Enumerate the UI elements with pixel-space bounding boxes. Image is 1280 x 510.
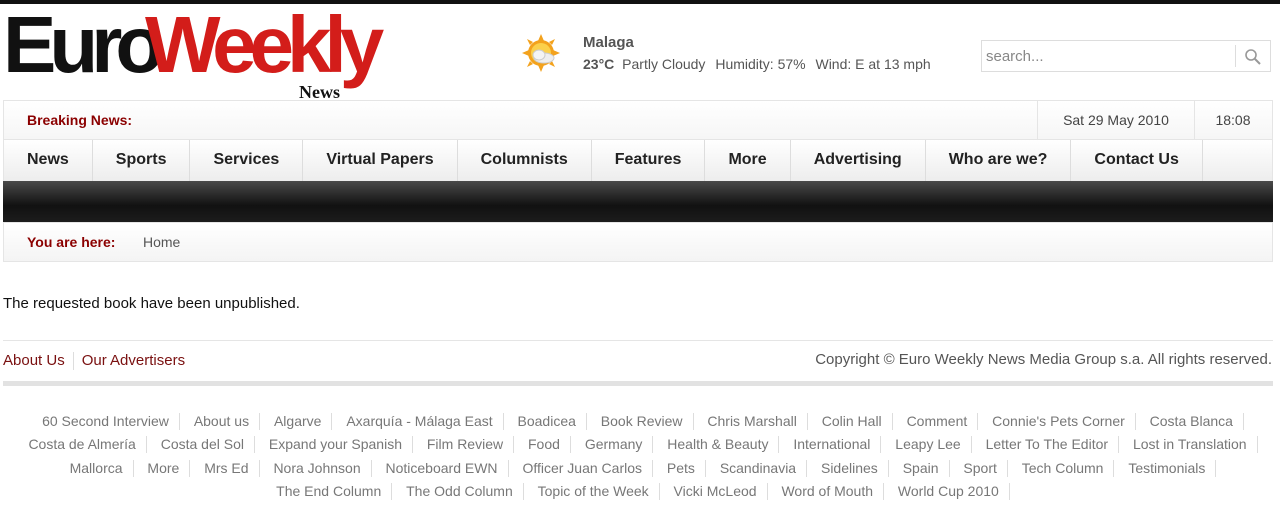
tag-link[interactable]: Mrs Ed: [194, 459, 260, 477]
tag-link[interactable]: Film Review: [417, 436, 515, 454]
weather-city: Malaga: [583, 34, 634, 51]
weather-condition: Partly Cloudy: [622, 56, 706, 72]
tag-cloud: 60 Second Interview About us Algarve Axa…: [8, 410, 1268, 504]
breadcrumb: You are here: Home: [3, 222, 1273, 262]
partly-cloudy-icon: [522, 34, 560, 72]
tag-link[interactable]: Spain: [893, 459, 950, 477]
footer-link-about-us[interactable]: About Us: [3, 352, 65, 369]
search-input[interactable]: [982, 41, 1232, 71]
weather-humidity: Humidity: 57%: [715, 56, 806, 72]
breaking-news-bar: Breaking News: Sat 29 May 2010 18:08: [3, 100, 1273, 140]
tag-link[interactable]: Expand your Spanish: [259, 436, 413, 454]
current-time: 18:08: [1215, 112, 1251, 128]
nav-virtual-papers[interactable]: Virtual Papers: [303, 140, 458, 181]
tag-link[interactable]: Colin Hall: [812, 413, 893, 430]
tag-link[interactable]: Scandinavia: [710, 459, 808, 477]
search-divider: [1235, 45, 1236, 67]
tag-link[interactable]: Sport: [953, 459, 1008, 477]
footer-link-our-advertisers[interactable]: Our Advertisers: [82, 352, 185, 369]
tag-link[interactable]: Nora Johnson: [263, 459, 372, 477]
breadcrumb-label: You are here:: [27, 234, 116, 250]
site-logo[interactable]: Euro Weekly News: [3, 0, 384, 102]
tag-link[interactable]: About us: [184, 413, 261, 430]
tag-link[interactable]: World Cup 2010: [888, 483, 1010, 501]
tag-link[interactable]: Officer Juan Carlos: [512, 459, 654, 477]
tag-link[interactable]: Tech Column: [1012, 459, 1115, 477]
copyright-text: Copyright © Euro Weekly News Media Group…: [815, 351, 1272, 368]
footer-link-separator: [72, 352, 74, 371]
tag-link[interactable]: Germany: [575, 436, 654, 454]
breaking-news-label: Breaking News:: [27, 112, 133, 128]
tag-link[interactable]: Mallorca: [60, 459, 134, 477]
nav-who-are-we[interactable]: Who are we?: [926, 140, 1072, 181]
tag-link[interactable]: More: [137, 459, 191, 477]
tag-link[interactable]: Food: [518, 436, 571, 454]
tag-link[interactable]: Health & Beauty: [657, 436, 780, 454]
tag-link[interactable]: Book Review: [591, 413, 694, 430]
tag-link[interactable]: Costa del Sol: [151, 436, 255, 454]
nav-services[interactable]: Services: [190, 140, 304, 181]
tag-link[interactable]: Axarquía - Málaga East: [336, 413, 504, 430]
nav-news[interactable]: News: [4, 140, 93, 181]
tag-link[interactable]: Sidelines: [811, 459, 889, 477]
status-message: The requested book have been unpublished…: [3, 295, 300, 312]
logo-news: News: [299, 82, 340, 102]
search-box: [981, 40, 1271, 72]
nav-contact-us[interactable]: Contact Us: [1071, 140, 1203, 181]
breadcrumb-home[interactable]: Home: [143, 234, 180, 250]
weather-details: 23°C Partly Cloudy Humidity: 57% Wind: E…: [583, 56, 937, 72]
weather-wind: Wind: E at 13 mph: [815, 56, 931, 72]
logo-weekly: Weekly: [145, 0, 384, 89]
current-date: Sat 29 May 2010: [1037, 101, 1195, 139]
tag-link[interactable]: Topic of the Week: [528, 483, 660, 501]
nav-advertising[interactable]: Advertising: [791, 140, 926, 181]
tag-link[interactable]: Algarve: [264, 413, 333, 430]
subnav-bar: [3, 181, 1273, 222]
tag-link[interactable]: Vicki McLeod: [664, 483, 768, 501]
logo-euro: Euro: [3, 0, 164, 89]
tag-link[interactable]: Noticeboard EWN: [376, 459, 509, 477]
nav-features[interactable]: Features: [592, 140, 706, 181]
tag-link[interactable]: Letter To The Editor: [976, 436, 1120, 454]
tag-link[interactable]: 60 Second Interview: [32, 413, 180, 430]
tag-link[interactable]: Costa de Almería: [18, 436, 147, 454]
tag-link[interactable]: Boadicea: [508, 413, 587, 430]
tag-link[interactable]: Connie's Pets Corner: [982, 413, 1136, 430]
tag-link[interactable]: Leapy Lee: [885, 436, 972, 454]
tag-link[interactable]: Pets: [657, 459, 706, 477]
nav-sports[interactable]: Sports: [93, 140, 191, 181]
nav-columnists[interactable]: Columnists: [458, 140, 592, 181]
footer-divider: [3, 340, 1273, 341]
weather-temp: 23°C: [583, 56, 615, 72]
tag-link[interactable]: Testimonials: [1118, 459, 1217, 477]
main-nav: News Sports Services Virtual Papers Colu…: [3, 140, 1273, 181]
search-icon[interactable]: [1244, 48, 1262, 66]
nav-more[interactable]: More: [705, 140, 791, 181]
tag-link[interactable]: Word of Mouth: [771, 483, 885, 501]
tag-link[interactable]: Lost in Translation: [1123, 436, 1258, 454]
tag-link[interactable]: Chris Marshall: [697, 413, 808, 430]
tag-link[interactable]: Comment: [897, 413, 979, 430]
tag-link[interactable]: Costa Blanca: [1140, 413, 1244, 430]
footer-links: About Us Our Advertisers: [3, 352, 185, 371]
tag-link[interactable]: The End Column: [266, 483, 393, 501]
tag-link[interactable]: International: [783, 436, 882, 454]
tag-link[interactable]: The Odd Column: [396, 483, 524, 501]
footer-rule: [3, 381, 1273, 386]
